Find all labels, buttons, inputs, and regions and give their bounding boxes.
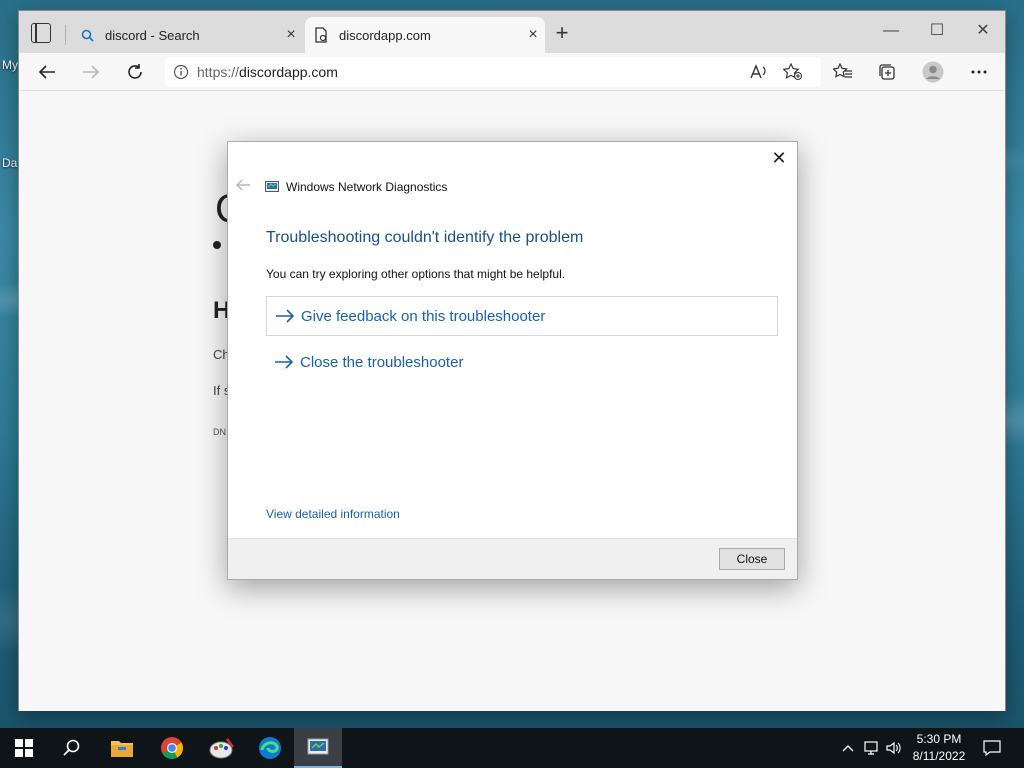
right-arrow-icon	[275, 309, 295, 323]
back-arrow-icon[interactable]	[33, 58, 61, 86]
tab-strip: discord - Search × discordapp.com × + — …	[19, 11, 1005, 53]
taskbar: 5:30 PM 8/11/2022	[0, 728, 1024, 768]
notification-icon[interactable]	[982, 738, 1002, 758]
chrome-icon[interactable]	[148, 728, 196, 768]
tab-actions-icon[interactable]	[31, 23, 51, 43]
tab-title: discord - Search	[105, 27, 200, 43]
tab-discord-search[interactable]: discord - Search ×	[71, 17, 303, 53]
give-feedback-option[interactable]: Give feedback on this troubleshooter	[266, 296, 778, 336]
tab-close-button[interactable]: ×	[521, 26, 545, 44]
url-text: https://discordapp.com	[197, 64, 338, 80]
tab-close-button[interactable]: ×	[279, 26, 303, 44]
more-options-icon[interactable]	[965, 58, 993, 86]
browser-toolbar: https://discordapp.com	[19, 53, 1005, 91]
tab-title: discordapp.com	[339, 27, 431, 43]
page-error-code-fragment: DN	[213, 427, 226, 437]
option-label: Close the troubleshooter	[300, 353, 464, 371]
minimize-button[interactable]: —	[871, 19, 911, 43]
dialog-subtext: You can try exploring other options that…	[266, 267, 566, 281]
address-bar[interactable]: https://discordapp.com	[165, 57, 821, 87]
close-button[interactable]: Close	[719, 548, 785, 570]
network-diagnostics-dialog: ✕ Windows Network Diagnostics Troublesho…	[227, 141, 798, 580]
view-details-link[interactable]: View detailed information	[266, 507, 400, 521]
url-scheme: https://	[197, 64, 240, 80]
edge-icon[interactable]	[246, 728, 294, 768]
info-icon[interactable]	[165, 64, 197, 80]
collections-icon[interactable]	[873, 58, 901, 86]
search-icon	[79, 27, 95, 43]
dialog-heading: Troubleshooting couldn't identify the pr…	[266, 229, 584, 246]
add-favorite-icon[interactable]	[779, 58, 807, 86]
desktop-icon-label-da[interactable]: Da	[2, 156, 17, 170]
search-icon[interactable]	[48, 728, 96, 768]
page-icon	[313, 27, 329, 43]
clock-time: 5:30 PM	[916, 732, 962, 746]
refresh-icon[interactable]	[121, 58, 149, 86]
window-close-button[interactable]: ✕	[963, 19, 1003, 43]
read-aloud-icon[interactable]	[745, 58, 773, 86]
chevron-up-icon[interactable]	[838, 738, 858, 758]
dialog-footer: Close	[228, 538, 797, 579]
network-diagnostics-icon[interactable]	[294, 728, 342, 768]
file-explorer-icon[interactable]	[98, 728, 146, 768]
back-arrow-icon[interactable]	[236, 178, 252, 194]
new-tab-button[interactable]: +	[551, 22, 573, 45]
favorites-icon[interactable]	[829, 58, 857, 86]
taskbar-clock[interactable]: 5:30 PM 8/11/2022	[906, 731, 972, 765]
network-diagnostics-icon	[265, 180, 279, 192]
clock-date: 8/11/2022	[912, 749, 966, 763]
close-troubleshooter-option[interactable]: Close the troubleshooter	[266, 342, 778, 382]
profile-avatar-icon[interactable]	[919, 58, 947, 86]
dialog-app-title: Windows Network Diagnostics	[286, 180, 448, 194]
desktop-icon-label-my[interactable]: My	[2, 58, 18, 72]
maximize-button[interactable]: ☐	[917, 19, 957, 43]
tab-discordapp[interactable]: discordapp.com ×	[305, 17, 545, 53]
paint-icon[interactable]	[198, 728, 246, 768]
right-arrow-icon	[274, 355, 294, 369]
forward-arrow-icon[interactable]	[77, 58, 105, 86]
volume-icon[interactable]	[884, 738, 904, 758]
start-icon[interactable]	[0, 728, 48, 768]
network-icon[interactable]	[862, 738, 882, 758]
tab-separator	[65, 25, 66, 45]
option-label: Give feedback on this troubleshooter	[301, 307, 546, 325]
url-host: discordapp.com	[239, 64, 338, 80]
page-dot	[213, 241, 221, 249]
dialog-close-x-button[interactable]: ✕	[769, 148, 789, 168]
